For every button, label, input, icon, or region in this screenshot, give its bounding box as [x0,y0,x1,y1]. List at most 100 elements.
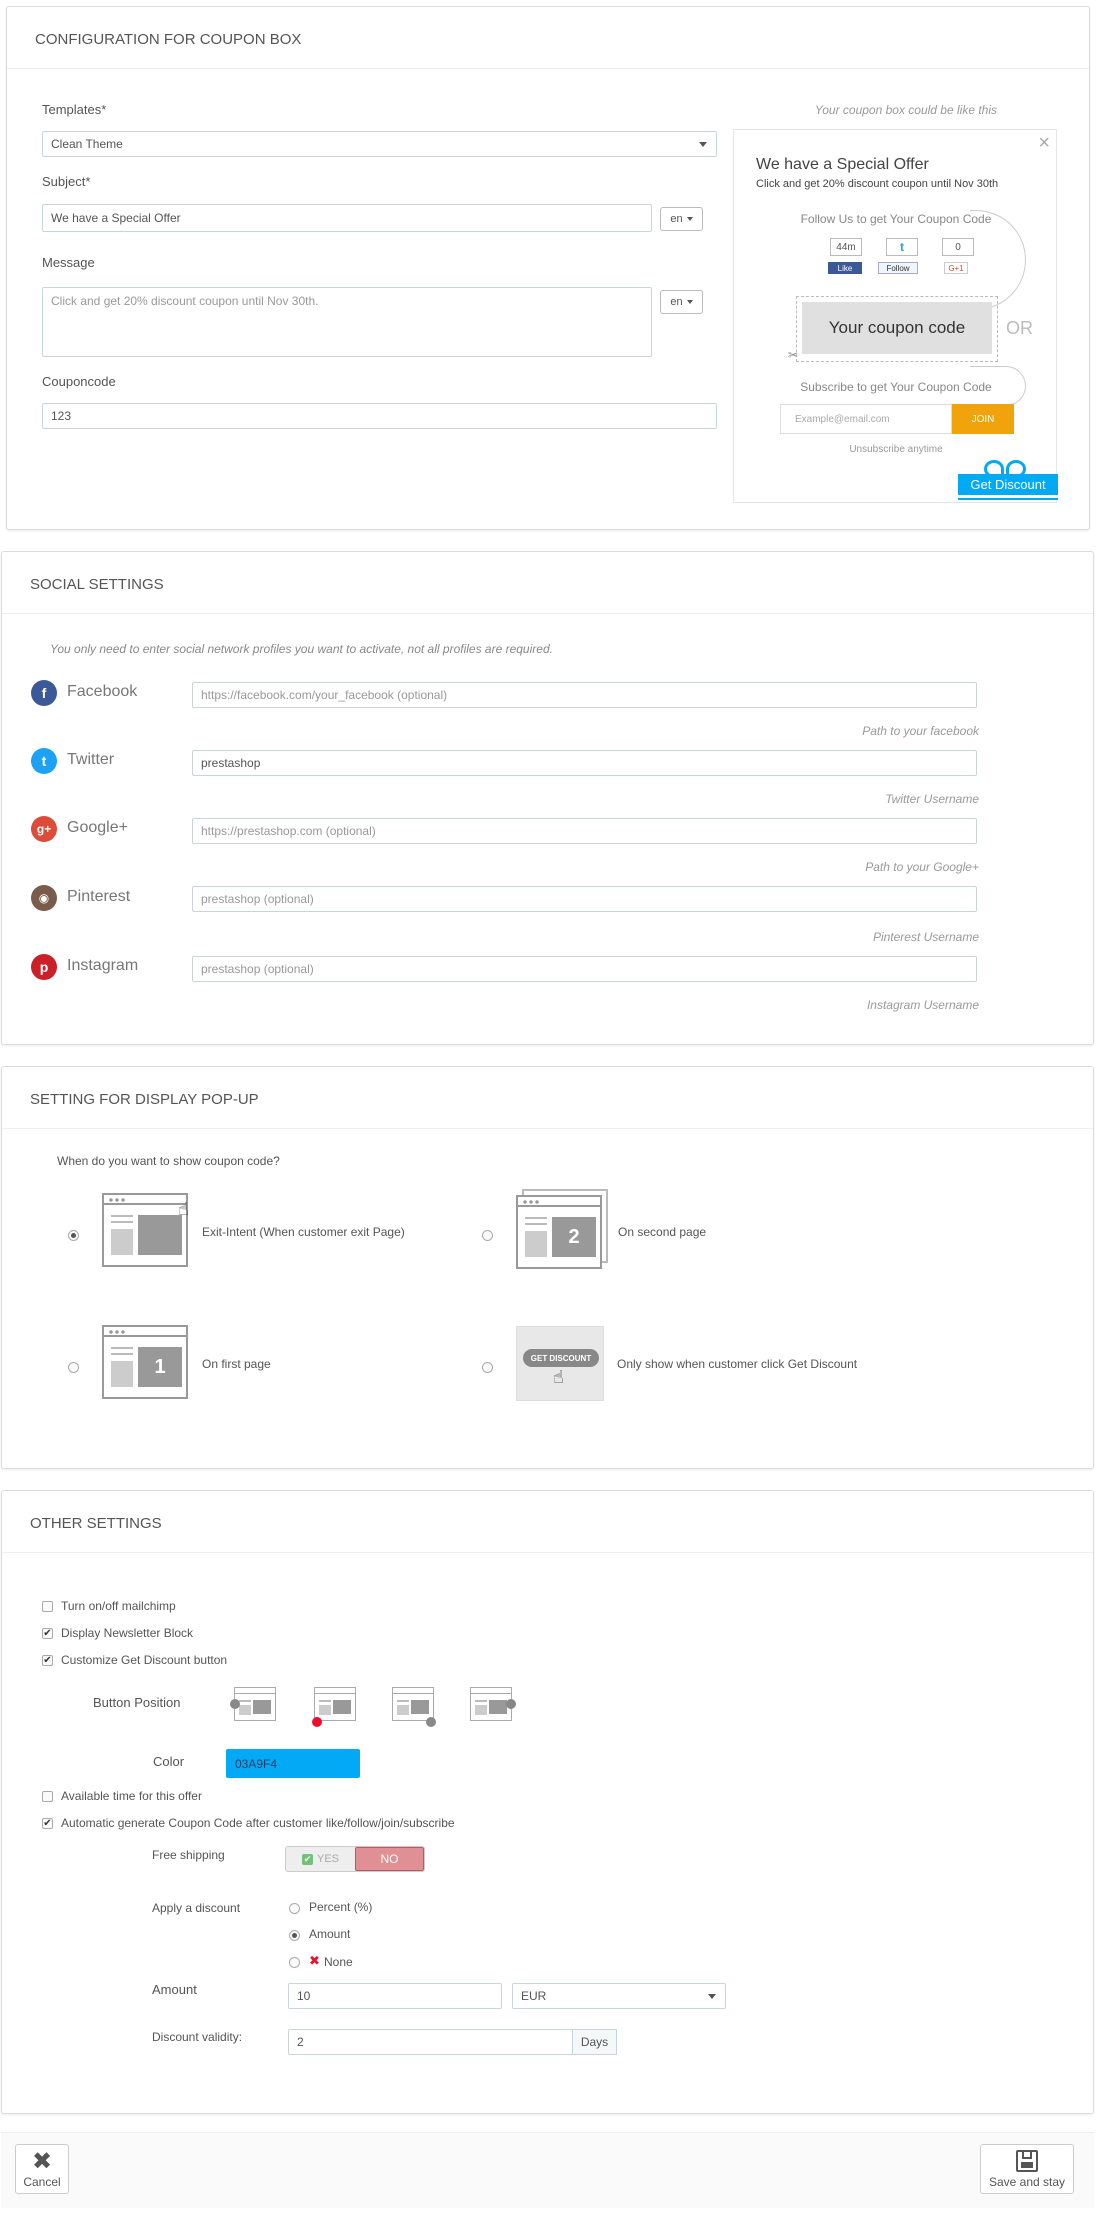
templates-label: Templates* [42,102,107,117]
message-label: Message [42,255,95,270]
discount-validity-input[interactable]: 2 [288,2029,573,2055]
apply-discount-label: Apply a discount [152,1901,241,1915]
free-shipping-toggle[interactable]: ✔ YES NO [285,1846,425,1872]
currency-select[interactable]: EUR [512,1983,726,2009]
radio-first-page[interactable] [68,1362,79,1373]
color-label: Color [153,1754,185,1769]
newsletter-label: Display Newsletter Block [61,1626,194,1640]
close-icon: ✖ [309,1953,320,1968]
second-page-illustration-front: 2 [516,1195,602,1269]
twitter-label: Twitter [67,751,115,768]
twitter-input[interactable]: prestashop [192,750,977,776]
preview-caption: Your coupon box could be like this [814,103,997,117]
pinterest-input[interactable]: prestashop (optional) [192,886,977,912]
facebook-input[interactable]: https://facebook.com/your_facebook (opti… [192,682,977,708]
subject-lang-dropdown[interactable]: en [660,207,703,231]
radio-percent[interactable] [289,1903,300,1914]
facebook-label: Facebook [67,683,138,700]
subject-input[interactable]: We have a Special Offer [42,204,652,232]
button-position-right[interactable] [466,1685,516,1725]
preview-headline: We have a Special Offer [756,156,929,173]
close-icon[interactable]: × [1038,132,1050,155]
radio-exit-intent[interactable] [68,1230,79,1241]
amount-input[interactable]: 10 [288,1983,502,2009]
free-shipping-label: Free shipping [152,1848,225,1862]
social-settings-panel: SOCIAL SETTINGS You only need to enter s… [1,551,1094,1045]
exit-intent-illustration [102,1193,188,1267]
preview-tw-follow-button[interactable]: Follow [878,262,918,274]
option-second-page-label: On second page [618,1225,707,1239]
panel-title: SOCIAL SETTINGS [2,552,1093,614]
checkbox-mailchimp[interactable] [42,1601,53,1612]
instagram-input[interactable]: prestashop (optional) [192,956,977,982]
checkbox-available-time[interactable] [42,1791,53,1802]
days-addon: Days [572,2029,617,2055]
panel-footer [1,2132,1094,2208]
cancel-button[interactable]: ✖ Cancel [15,2144,69,2194]
google-plus-icon: g+ [31,816,57,842]
button-position-bottom-left[interactable] [310,1685,358,1727]
checkbox-auto-generate[interactable]: ✔ [42,1818,53,1829]
chevron-down-icon [686,217,693,221]
google-plus-help: Path to your Google+ [865,860,979,874]
preview-join-button[interactable]: JOIN [952,404,1014,434]
preview-gp-button[interactable]: G+1 [944,262,968,274]
panel-title: SETTING FOR DISPLAY POP-UP [2,1067,1093,1129]
available-time-label: Available time for this offer [61,1789,202,1803]
other-settings-panel: OTHER SETTINGS Turn on/off mailchimp ✔ D… [1,1490,1094,2114]
preview-unsubscribe: Unsubscribe anytime [849,444,943,455]
couponcode-input[interactable]: 123 [42,403,717,429]
chevron-down-icon [686,300,693,304]
radio-second-page[interactable] [482,1230,493,1241]
customize-label: Customize Get Discount button [61,1653,228,1667]
display-question: When do you want to show coupon code? [57,1154,280,1168]
preview-fb-like-button[interactable]: Like [828,262,862,274]
social-note: You only need to enter social network pr… [50,642,553,656]
checkbox-customize-button[interactable]: ✔ [42,1655,53,1666]
amount-label: Amount [152,1982,197,1997]
option-first-page-label: On first page [202,1357,271,1371]
subject-label: Subject* [42,174,91,189]
instagram-icon: p [31,954,57,980]
instagram-label: Instagram [67,957,139,974]
preview-tw-icon: t [886,238,918,256]
twitter-help: Twitter Username [885,792,979,806]
hand-cursor-icon: ☝ [553,1367,564,1387]
radio-click-get-discount[interactable] [482,1362,493,1373]
color-input[interactable]: 03A9F4 [226,1749,360,1778]
twitter-icon: t [31,748,57,774]
toggle-yes[interactable]: ✔ YES [286,1847,355,1871]
message-lang-dropdown[interactable]: en [660,290,703,314]
facebook-help: Path to your facebook [862,724,979,738]
option-click-get-discount-label: Only show when customer click Get Discou… [617,1357,858,1371]
radio-amount[interactable] [289,1930,300,1941]
coupon-box-panel: CONFIGURATION FOR COUPON BOX Templates* … [6,6,1090,530]
pinterest-icon: ◉ [31,885,57,911]
checkbox-newsletter[interactable]: ✔ [42,1628,53,1639]
radio-none[interactable] [289,1957,300,1968]
get-discount-badge: GET DISCOUNT [523,1349,599,1367]
panel-title: OTHER SETTINGS [2,1491,1093,1553]
pinterest-label: Pinterest [67,888,131,905]
google-plus-label: Google+ [67,819,128,836]
save-and-stay-button[interactable]: Save and stay [980,2144,1074,2194]
button-position-bottom-right[interactable] [388,1685,436,1727]
button-position-label: Button Position [93,1695,181,1710]
save-icon [1016,2150,1038,2172]
preview-subscribe-text: Subscribe to get Your Coupon Code [800,380,992,394]
hand-cursor-icon: ☝ [178,1199,189,1219]
preview-email-input[interactable]: Example@email.com [780,404,952,434]
check-icon: ✔ [301,1853,313,1865]
coupon-preview: × We have a Special Offer Click and get … [733,129,1058,503]
none-label: None [324,1955,353,1969]
message-textarea[interactable]: Click and get 20% discount coupon until … [42,287,652,357]
button-position-left[interactable] [230,1685,278,1725]
preview-subline: Click and get 20% discount coupon until … [756,178,999,190]
toggle-no[interactable]: NO [354,1847,424,1871]
preview-coupon-code: Your coupon code [802,302,992,354]
preview-get-discount-button[interactable]: Get Discount [958,474,1058,498]
templates-select[interactable]: Clean Theme [42,131,717,157]
google-plus-input[interactable]: https://prestashop.com (optional) [192,818,977,844]
display-popup-panel: SETTING FOR DISPLAY POP-UP When do you w… [1,1066,1094,1469]
preview-fb-count: 44m [830,238,862,256]
